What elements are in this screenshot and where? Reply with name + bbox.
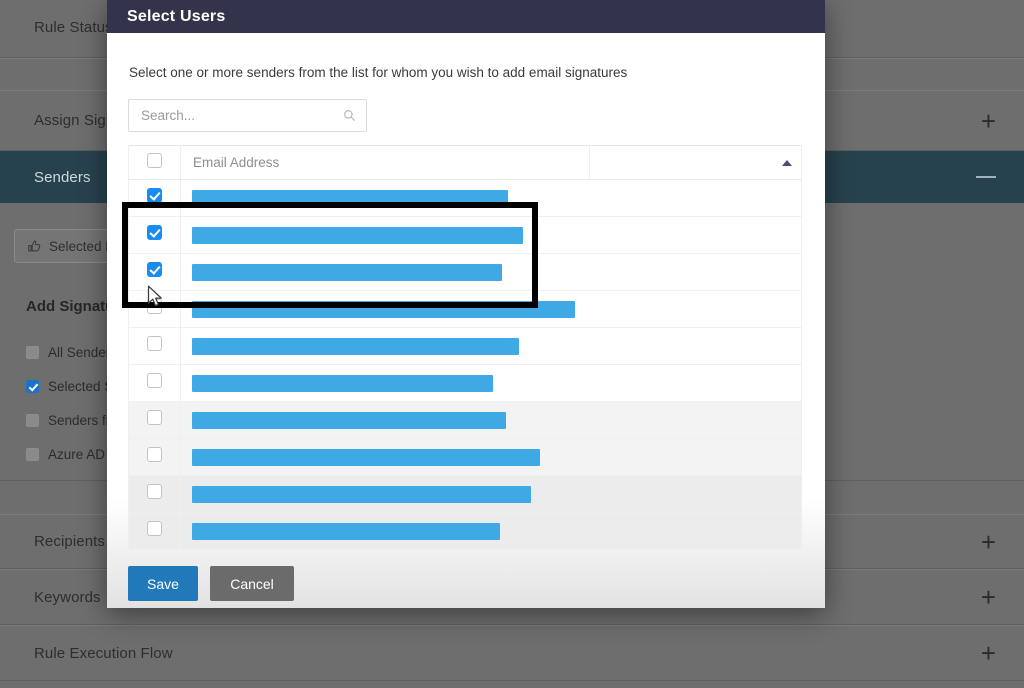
table-body — [129, 180, 802, 550]
table-row[interactable] — [129, 291, 802, 328]
redacted-email-bar — [192, 227, 523, 244]
modal-footer: Save Cancel — [107, 550, 825, 626]
table-row[interactable] — [129, 402, 802, 439]
redacted-email-bar — [192, 190, 508, 207]
modal-title: Select Users — [127, 8, 225, 26]
row-email-cell — [181, 476, 802, 513]
cancel-button[interactable]: Cancel — [210, 566, 294, 601]
row-checkbox-cell[interactable] — [129, 476, 181, 513]
bg-section-label: Rule Execution Flow — [0, 645, 173, 662]
table-row[interactable] — [129, 254, 802, 291]
table-header-row: Email Address — [129, 146, 802, 180]
column-header-label: Email Address — [181, 155, 279, 170]
table-row[interactable] — [129, 513, 802, 550]
table-row[interactable] — [129, 328, 802, 365]
checkbox-icon[interactable] — [26, 380, 39, 393]
redacted-email-bar — [192, 301, 575, 318]
bg-section-label: Keywords — [0, 589, 101, 606]
redacted-email-bar — [192, 523, 500, 540]
table-row[interactable] — [129, 365, 802, 402]
row-checkbox[interactable] — [147, 521, 162, 536]
row-email-cell — [181, 291, 802, 328]
row-checkbox-cell[interactable] — [129, 513, 181, 550]
row-checkbox-cell[interactable] — [129, 217, 181, 254]
row-checkbox[interactable] — [147, 299, 162, 314]
row-checkbox-cell[interactable] — [129, 365, 181, 402]
row-email-cell — [181, 402, 802, 439]
row-checkbox[interactable] — [147, 484, 162, 499]
minus-icon[interactable] — [976, 176, 996, 178]
row-email-cell — [181, 365, 802, 402]
bg-section-label: Senders — [0, 169, 91, 186]
plus-icon[interactable]: + — [981, 640, 996, 666]
row-checkbox-cell[interactable] — [129, 439, 181, 476]
select-users-modal: Select Users Select one or more senders … — [107, 0, 825, 608]
search-input[interactable] — [139, 107, 343, 124]
plus-icon[interactable]: + — [981, 584, 996, 610]
row-checkbox[interactable] — [147, 447, 162, 462]
table-row[interactable] — [129, 439, 802, 476]
plus-icon[interactable]: + — [981, 529, 996, 555]
modal-header: Select Users — [107, 0, 825, 33]
bg-section-label: Rule Status — [0, 19, 113, 36]
option-all-senders[interactable]: All Senders — [26, 345, 117, 360]
redacted-email-bar — [192, 375, 493, 392]
column-header-email[interactable]: Email Address — [181, 146, 590, 180]
modal-subtitle: Select one or more senders from the list… — [128, 33, 804, 80]
redacted-email-bar — [192, 449, 540, 466]
row-email-cell — [181, 180, 802, 217]
redacted-email-bar — [192, 264, 502, 281]
select-all-cell[interactable] — [129, 146, 181, 180]
checkbox-icon[interactable] — [26, 414, 39, 427]
bg-section-label: Recipients — [0, 533, 105, 550]
redacted-email-bar — [192, 338, 519, 355]
row-email-cell — [181, 439, 802, 476]
bg-section-rule-execution-flow[interactable]: Rule Execution Flow + — [0, 625, 1024, 681]
row-checkbox[interactable] — [147, 373, 162, 388]
column-header-sort[interactable] — [590, 146, 802, 180]
select-all-checkbox[interactable] — [147, 153, 162, 168]
search-icon[interactable] — [343, 109, 356, 122]
checkbox-icon[interactable] — [26, 346, 39, 359]
row-checkbox-cell[interactable] — [129, 402, 181, 439]
row-checkbox[interactable] — [147, 410, 162, 425]
row-email-cell — [181, 513, 802, 550]
search-box[interactable] — [128, 99, 367, 132]
modal-body: Select one or more senders from the list… — [107, 33, 825, 550]
row-checkbox-cell[interactable] — [129, 254, 181, 291]
table-row[interactable] — [129, 217, 802, 254]
row-checkbox[interactable] — [147, 188, 162, 203]
row-checkbox[interactable] — [147, 336, 162, 351]
row-email-cell — [181, 328, 802, 365]
triangle-up-icon[interactable] — [782, 160, 792, 166]
row-checkbox-cell[interactable] — [129, 328, 181, 365]
redacted-email-bar — [192, 486, 531, 503]
row-checkbox-cell[interactable] — [129, 291, 181, 328]
users-table: Email Address — [128, 145, 802, 550]
row-checkbox[interactable] — [147, 262, 162, 277]
table-row[interactable] — [129, 476, 802, 513]
thumbs-up-icon — [27, 239, 42, 254]
checkbox-icon[interactable] — [26, 448, 39, 461]
table-row[interactable] — [129, 180, 802, 217]
save-button[interactable]: Save — [128, 566, 198, 601]
row-email-cell — [181, 217, 802, 254]
plus-icon[interactable]: + — [981, 108, 996, 134]
redacted-email-bar — [192, 412, 506, 429]
row-email-cell — [181, 254, 802, 291]
row-checkbox-cell[interactable] — [129, 180, 181, 217]
row-checkbox[interactable] — [147, 225, 162, 240]
